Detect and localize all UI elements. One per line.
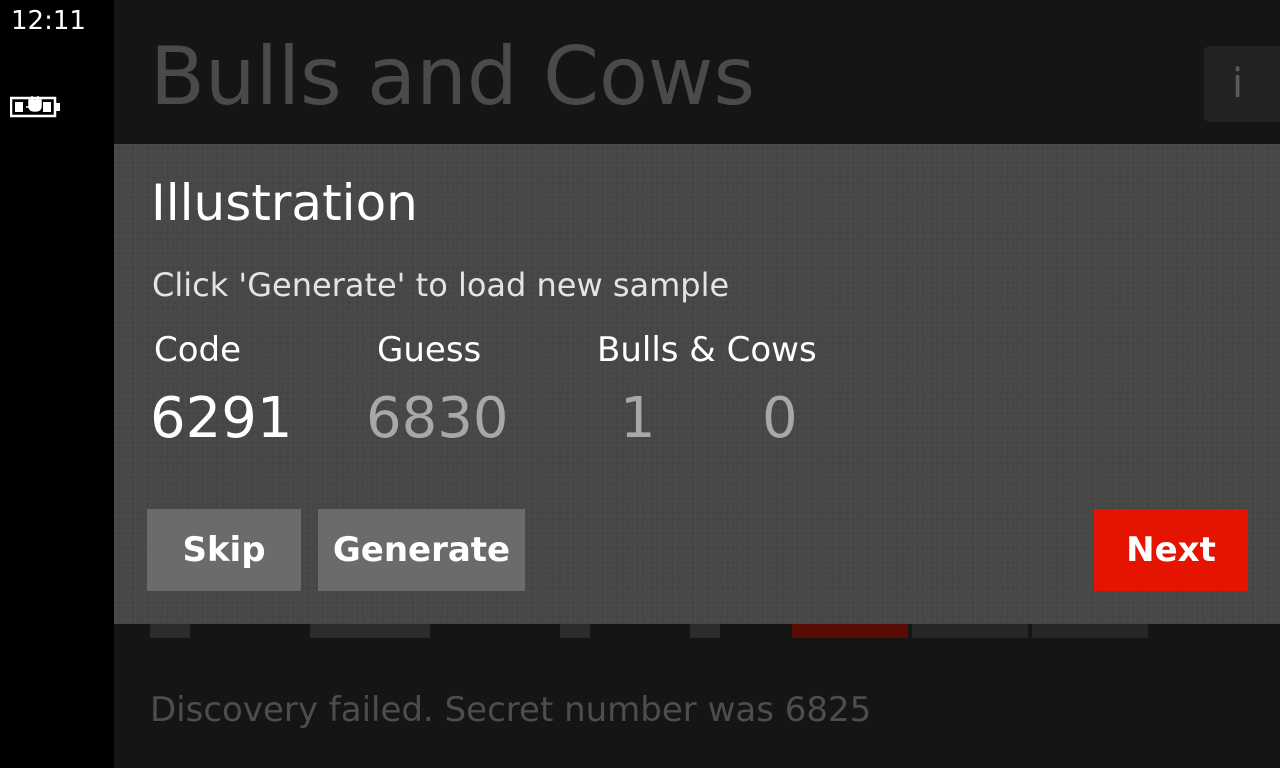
- app-title: Bulls and Cows: [150, 30, 755, 123]
- code-value: 6291: [150, 386, 293, 451]
- cows-value: 0: [762, 386, 798, 451]
- generate-button[interactable]: Generate: [318, 509, 525, 591]
- system-status-bar: 12:11: [0, 0, 114, 768]
- status-message: Discovery failed. Secret number was 6825: [150, 690, 872, 730]
- bulls-cows-column-label: Bulls & Cows: [597, 330, 817, 370]
- illustration-dialog: Illustration Click 'Generate' to load ne…: [114, 144, 1280, 624]
- clock: 12:11: [11, 6, 86, 36]
- dialog-title: Illustration: [151, 174, 418, 232]
- info-icon: i: [1232, 61, 1244, 107]
- battery-charging-icon: [9, 92, 62, 124]
- bulls-value: 1: [620, 386, 656, 451]
- dialog-instruction: Click 'Generate' to load new sample: [152, 266, 730, 304]
- info-button[interactable]: i: [1204, 46, 1280, 122]
- code-column-label: Code: [154, 330, 242, 370]
- app-page: Bulls and Cows i Discovery failed. Secre…: [114, 0, 1280, 768]
- guess-column-label: Guess: [377, 330, 482, 370]
- skip-button[interactable]: Skip: [147, 509, 301, 591]
- guess-value: 6830: [366, 386, 509, 451]
- next-button[interactable]: Next: [1094, 509, 1248, 591]
